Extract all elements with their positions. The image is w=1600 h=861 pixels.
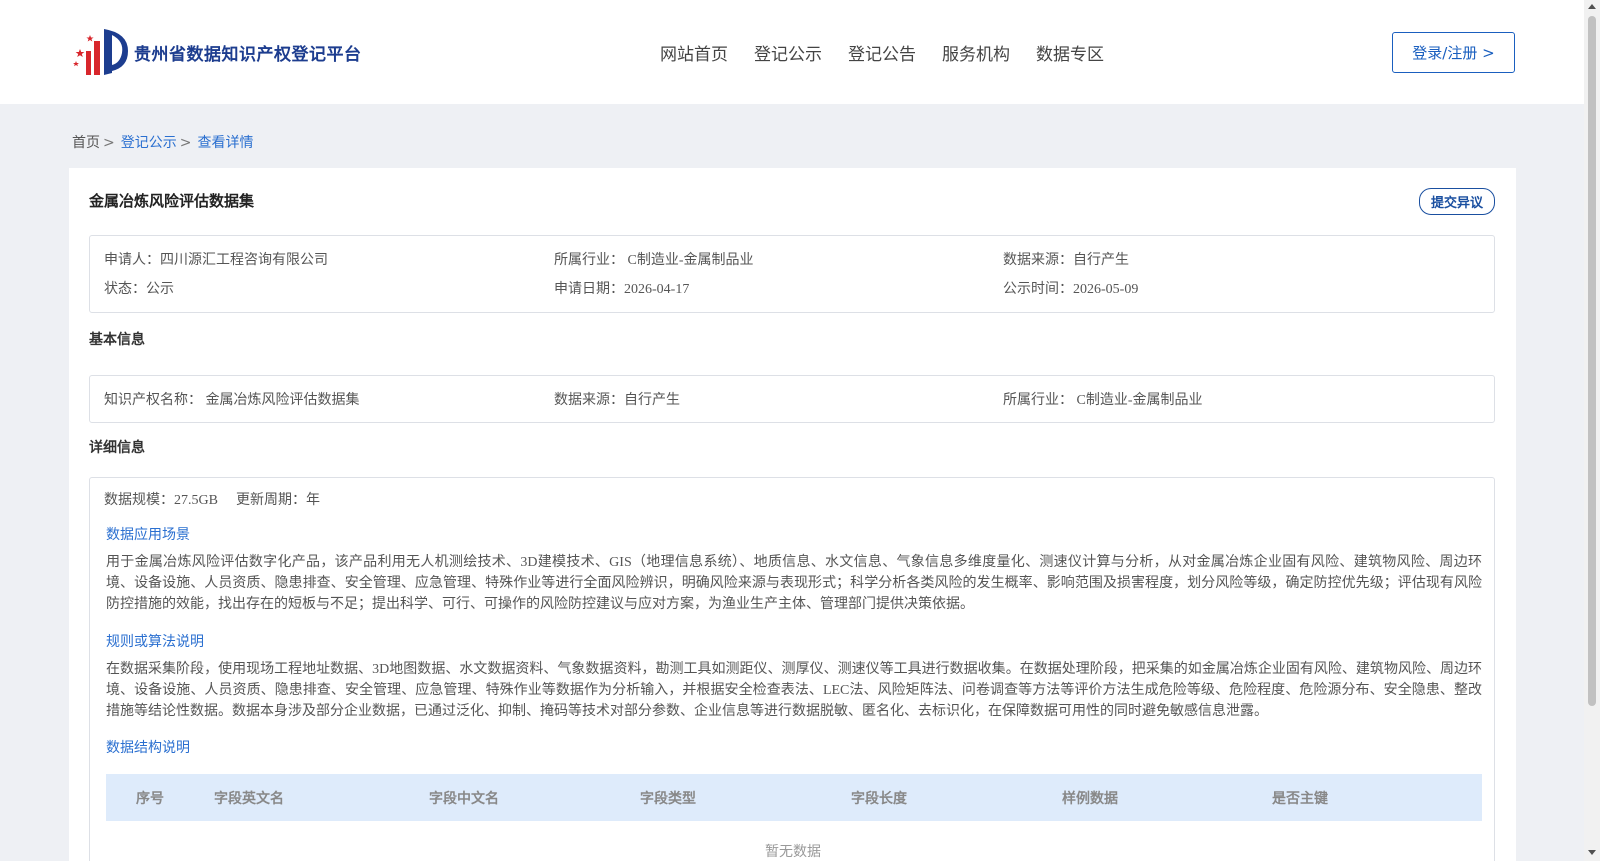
applicant: 申请人：四川源汇工程咨询有限公司 [104, 253, 328, 268]
nav-registration-announcement[interactable]: 登记公告 [848, 40, 916, 65]
breadcrumb-separator: > [103, 135, 115, 151]
update-cycle: 更新周期：年 [236, 493, 320, 508]
scroll-thumb[interactable] [1588, 16, 1596, 706]
basic-data-source: 数据来源：自行产生 [554, 393, 680, 408]
basic-industry: 所属行业： C制造业-金属制品业 [1003, 393, 1203, 408]
nav-home[interactable]: 网站首页 [660, 40, 728, 65]
page-title: 金属冶炼风险评估数据集 [89, 192, 255, 210]
nav-service-agencies[interactable]: 服务机构 [942, 40, 1010, 65]
nav-data-zone[interactable]: 数据专区 [1036, 40, 1104, 65]
breadcrumb-home[interactable]: 首页 [72, 135, 100, 151]
empty-state: 暂无数据 [765, 845, 821, 860]
submit-objection-button[interactable]: 提交异议 [1419, 188, 1495, 215]
col-index: 序号 [136, 790, 164, 807]
algorithm-heading: 规则或算法说明 [106, 635, 204, 650]
nav-registration-publicity[interactable]: 登记公示 [754, 40, 822, 65]
ip-name: 知识产权名称： 金属冶炼风险评估数据集 [104, 393, 360, 408]
data-scale: 数据规模：27.5GB [104, 493, 218, 508]
col-field-cn: 字段中文名 [429, 790, 499, 807]
col-primary-key: 是否主键 [1272, 790, 1328, 807]
table-header: 序号 字段英文名 字段中文名 字段类型 字段长度 样例数据 是否主键 [106, 774, 1482, 821]
breadcrumb-current: 查看详情 [197, 135, 254, 151]
summary-box: 申请人：四川源汇工程咨询有限公司 所属行业： C制造业-金属制品业 数据来源：自… [89, 235, 1495, 313]
col-field-length: 字段长度 [851, 790, 907, 807]
scenario-heading: 数据应用场景 [106, 528, 190, 543]
algorithm-text: 在数据采集阶段，使用现场工程地址数据、3D地图数据、水文数据资料、气象数据资料，… [106, 662, 1482, 719]
site-header: 贵州省数据知识产权登记平台 网站首页 登记公示 登记公告 服务机构 数据专区 登… [0, 0, 1584, 104]
apply-date: 申请日期：2026-04-17 [554, 282, 690, 297]
scenario-text: 用于金属冶炼风险评估数字化产品，该产品利用无人机测绘技术、3D建模技术、GIS（… [106, 555, 1482, 612]
detail-info-box: 数据规模：27.5GB 更新周期：年 数据应用场景 用于金属冶炼风险评估数字化产… [89, 477, 1495, 861]
login-register-button[interactable]: 登录/注册 > [1392, 32, 1515, 73]
breadcrumb-separator: > [179, 135, 192, 151]
detail-card: 金属冶炼风险评估数据集 提交异议 申请人：四川源汇工程咨询有限公司 所属行业： … [69, 168, 1516, 861]
publish-date: 公示时间：2026-05-09 [1003, 282, 1139, 297]
logo-icon [72, 27, 130, 77]
basic-info-heading: 基本信息 [89, 332, 145, 348]
detail-info-heading: 详细信息 [89, 440, 145, 456]
structure-heading: 数据结构说明 [106, 741, 190, 756]
col-sample: 样例数据 [1062, 790, 1118, 807]
main-nav: 网站首页 登记公示 登记公告 服务机构 数据专区 [660, 40, 1130, 65]
status: 状态：公示 [104, 282, 174, 297]
logo-text: 贵州省数据知识产权登记平台 [134, 44, 362, 65]
scroll-down-icon[interactable] [1588, 850, 1596, 855]
col-field-en: 字段英文名 [214, 790, 284, 807]
data-source: 数据来源：自行产生 [1003, 253, 1129, 268]
industry: 所属行业： C制造业-金属制品业 [554, 253, 754, 268]
col-field-type: 字段类型 [640, 790, 696, 807]
basic-info-box: 知识产权名称： 金属冶炼风险评估数据集 数据来源：自行产生 所属行业： C制造业… [89, 375, 1495, 423]
scroll-up-icon[interactable] [1588, 4, 1596, 9]
site-logo[interactable]: 贵州省数据知识产权登记平台 [72, 27, 362, 77]
vertical-scrollbar[interactable] [1584, 0, 1600, 861]
breadcrumb: 首页 > 登记公示 > 查看详情 [72, 132, 253, 152]
breadcrumb-registration-publicity[interactable]: 登记公示 [121, 135, 177, 151]
